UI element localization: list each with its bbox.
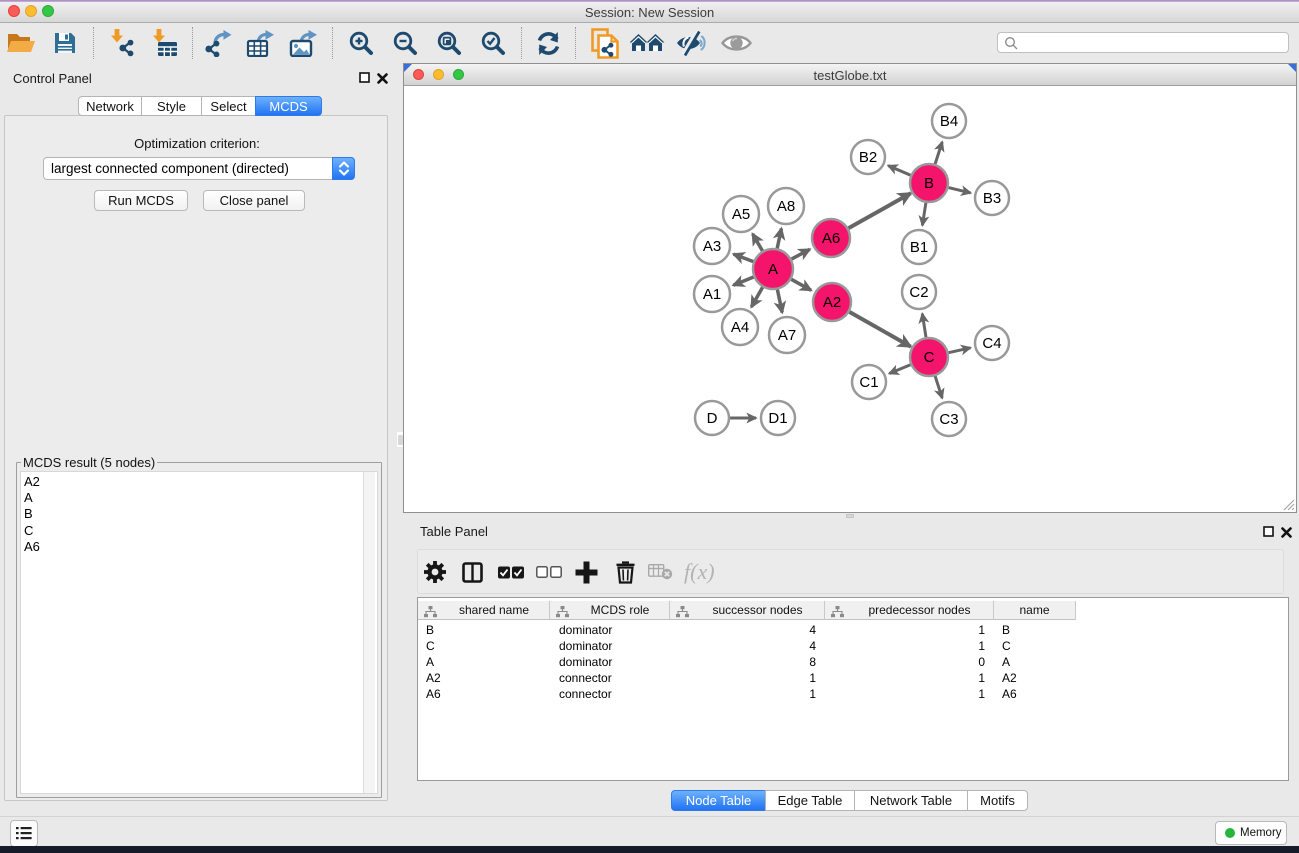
svg-text:B4: B4 — [940, 113, 958, 130]
svg-text:C: C — [924, 349, 935, 366]
svg-text:A1: A1 — [703, 286, 721, 303]
svg-text:B3: B3 — [983, 190, 1001, 207]
svg-text:A5: A5 — [732, 206, 750, 223]
svg-text:D: D — [707, 410, 718, 427]
svg-text:B1: B1 — [910, 239, 928, 256]
svg-text:A: A — [768, 261, 778, 278]
svg-text:A3: A3 — [703, 238, 721, 255]
svg-text:C3: C3 — [939, 411, 958, 428]
svg-text:A7: A7 — [778, 327, 796, 344]
svg-text:B: B — [924, 175, 934, 192]
svg-text:C2: C2 — [909, 284, 928, 301]
svg-text:A2: A2 — [823, 294, 841, 311]
svg-text:A6: A6 — [822, 230, 840, 247]
svg-text:B2: B2 — [859, 149, 877, 166]
svg-text:C4: C4 — [982, 335, 1001, 352]
svg-text:A4: A4 — [731, 319, 749, 336]
svg-text:C1: C1 — [859, 374, 878, 391]
svg-text:D1: D1 — [768, 410, 787, 427]
svg-text:A8: A8 — [777, 198, 795, 215]
